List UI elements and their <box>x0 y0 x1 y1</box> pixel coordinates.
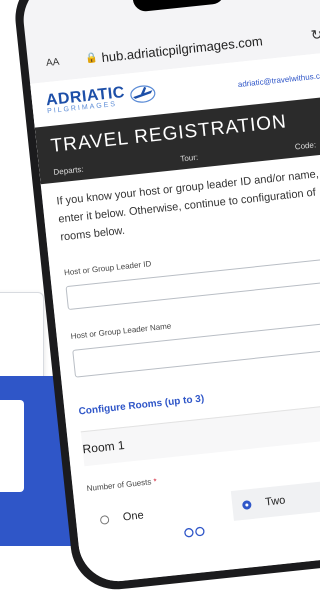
text-size-button[interactable]: AA <box>45 56 59 68</box>
departs-label: Departs: <box>53 164 85 177</box>
phone-screen: AA 🔒 hub.adriaticpilgrimages.com ↻ ADRIA… <box>19 0 320 586</box>
background-card-small <box>0 400 24 492</box>
site-logo[interactable]: ADRIATIC PILGRIMAGES <box>45 82 158 115</box>
radio-two[interactable] <box>241 499 252 510</box>
reload-icon[interactable]: ↻ <box>310 26 320 44</box>
lock-icon: 🔒 <box>84 52 99 65</box>
registration-form: If you know your host or group leader ID… <box>41 151 320 569</box>
guest-option-two-label: Two <box>264 494 286 509</box>
airplane-logo-icon <box>130 85 156 103</box>
dynamic-island <box>131 0 226 13</box>
required-mark: * <box>153 476 158 487</box>
contact-email-link[interactable]: adriatic@travelwithus.com <box>237 70 320 89</box>
tour-label: Tour: <box>179 152 199 164</box>
code-label: Code: <box>294 140 317 152</box>
web-page: ADRIATIC PILGRIMAGES adriatic@travelwith… <box>30 50 320 586</box>
guests-label-text: Number of Guests <box>86 477 152 494</box>
radio-one[interactable] <box>99 514 110 525</box>
guest-option-one-label: One <box>122 509 145 524</box>
